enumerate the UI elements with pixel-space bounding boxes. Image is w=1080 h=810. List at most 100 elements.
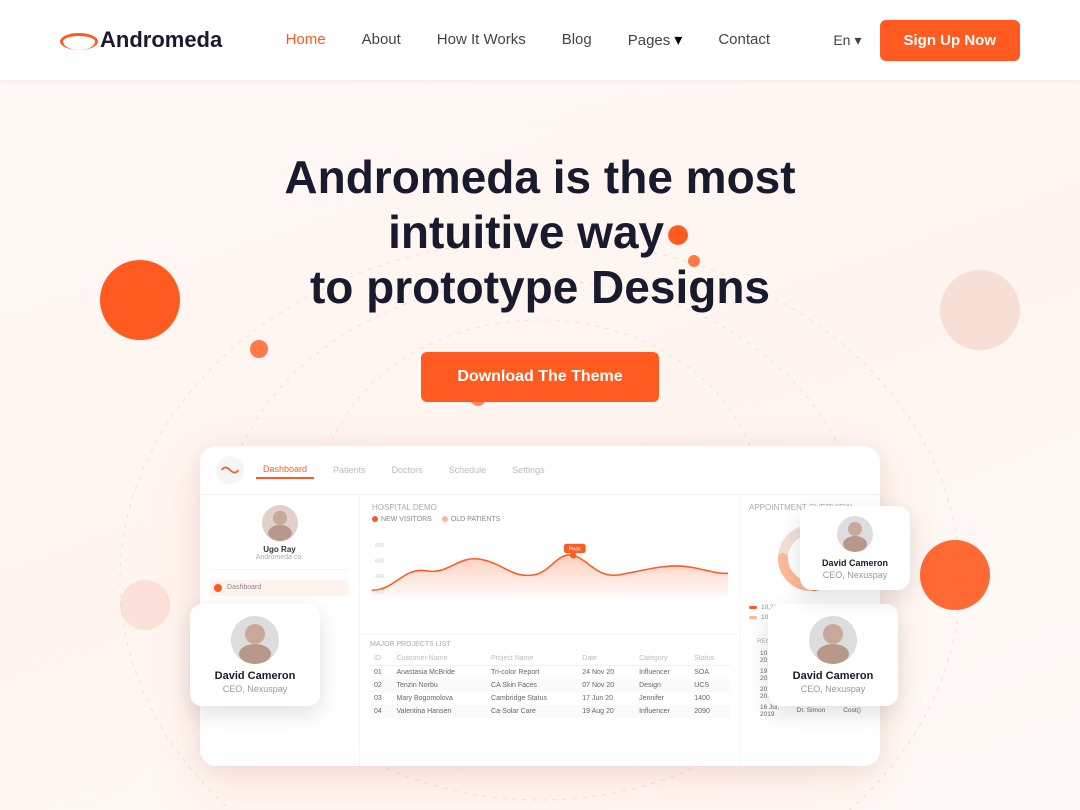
db-profile-top: Ugo Ray Andromeda co. <box>210 505 349 570</box>
deco-circle-1 <box>100 260 180 340</box>
col-date: Date <box>578 652 635 666</box>
hero-dot: ● <box>664 206 692 258</box>
db-table-area: MAJOR PROJECTS LIST ID Customer Name Pro… <box>360 635 740 724</box>
chart-tooltip-dot <box>570 552 576 558</box>
cell-project: Cambridge Status <box>487 692 578 705</box>
table-row: 03 Mary Bogomolova Cambridge Status 17 J… <box>370 692 730 705</box>
db-sidebar-item-1[interactable]: Dashboard <box>210 580 349 596</box>
cell-category: Influencer <box>635 705 690 718</box>
nav-pages[interactable]: Pages ▾ <box>628 30 683 50</box>
db-nav-dashboard[interactable]: Dashboard <box>256 461 314 479</box>
db-nav-patients[interactable]: Patients <box>326 462 373 478</box>
db-chart-area: HOSPITAL DEMO NEW VISITORS OLD PATIENTS <box>360 495 740 635</box>
deco-circle-5 <box>920 540 990 610</box>
profile-card-left: David Cameron CEO, Nexuspay <box>190 604 320 706</box>
avatar-right <box>809 616 857 664</box>
lang-label: En <box>833 32 850 48</box>
svg-text:400: 400 <box>375 573 384 579</box>
legend-label-1: NEW VISITORS <box>381 516 432 523</box>
nav-about[interactable]: About <box>362 31 401 48</box>
profile-name-top-right: David Cameron <box>814 558 896 568</box>
profile-title-right: CEO, Nexuspay <box>784 684 882 694</box>
legend-label-2: OLD PATIENTS <box>451 516 501 523</box>
navbar: Andromeda Home About How It Works Blog P… <box>0 0 1080 80</box>
sidebar-dot-1 <box>214 584 222 592</box>
cell-project: CA Skin Faces <box>487 679 578 692</box>
profile-card-top-right: David Cameron CEO, Nexuspay <box>800 506 910 590</box>
nav-contact[interactable]: Contact <box>718 31 770 48</box>
col-id: ID <box>370 652 393 666</box>
cell-name: Mary Bogomolova <box>393 692 488 705</box>
db-nav-settings[interactable]: Settings <box>505 462 552 478</box>
cell-date: 07 Nov 20 <box>578 679 635 692</box>
col-status: Status <box>690 652 730 666</box>
language-button[interactable]: En ▾ <box>833 32 861 49</box>
logo-text: Andromeda <box>100 27 222 53</box>
cell-id: 01 <box>370 665 393 679</box>
nav-blog[interactable]: Blog <box>562 31 592 48</box>
hero-title-line1: Andromeda is the most intuitive way <box>284 151 795 258</box>
db-profile-name: Ugo Ray <box>210 545 349 554</box>
deco-circle-2 <box>250 340 268 358</box>
profile-name-right: David Cameron <box>784 670 882 682</box>
cell-date: 24 Nov 20 <box>578 665 635 679</box>
deco-circle-6 <box>940 270 1020 350</box>
hero-section: Andromeda is the most intuitive way● to … <box>0 80 1080 810</box>
cell-project: Tri-color Report <box>487 665 578 679</box>
cell-id: 02 <box>370 679 393 692</box>
db-profile-sub: Andromeda co. <box>210 554 349 561</box>
logo-icon <box>60 30 92 50</box>
db-topbar: Dashboard Patients Doctors Schedule Sett… <box>200 446 880 495</box>
chevron-down-icon: ▾ <box>854 32 861 49</box>
dashboard-mockup: David Cameron CEO, Nexuspay David Camero… <box>180 446 900 786</box>
table-row: 01 Anastasia McBride Tri-color Report 24… <box>370 665 730 679</box>
table-title: MAJOR PROJECTS LIST <box>370 641 730 648</box>
profile-title-left: CEO, Nexuspay <box>206 684 304 694</box>
cell-id: 04 <box>370 705 393 718</box>
cell-id: 03 <box>370 692 393 705</box>
profile-name-left: David Cameron <box>206 670 304 682</box>
chevron-down-icon: ▾ <box>674 30 682 50</box>
avatar-top-right <box>837 516 873 552</box>
table-row: 02 Tenzin Norbu CA Skin Faces 07 Nov 20 … <box>370 679 730 692</box>
nav-home[interactable]: Home <box>286 31 326 48</box>
hero-title-line2: to prototype Designs <box>310 261 770 313</box>
nav-pages-label[interactable]: Pages <box>628 32 671 49</box>
db-nav-doctors[interactable]: Doctors <box>385 462 430 478</box>
db-avatar <box>262 505 298 541</box>
cell-status: SOA <box>690 665 730 679</box>
wave-chart: Peak 800 600 400 200 <box>372 527 728 607</box>
legend-old-patients: OLD PATIENTS <box>442 516 501 523</box>
nav-links: Home About How It Works Blog Pages ▾ Con… <box>286 30 770 50</box>
chart-legend: NEW VISITORS OLD PATIENTS <box>372 516 728 523</box>
cell-category: Jennifer <box>635 692 690 705</box>
logo[interactable]: Andromeda <box>60 27 222 53</box>
legend-new-visitors: NEW VISITORS <box>372 516 432 523</box>
cell-date: 17 Jun 20 <box>578 692 635 705</box>
cell-name: Valentina Hansen <box>393 705 488 718</box>
db-logo <box>216 456 244 484</box>
legend-dot-1 <box>372 516 378 522</box>
svg-text:200: 200 <box>375 589 384 595</box>
profile-title-top-right: CEO, Nexuspay <box>814 570 896 580</box>
avatar-left <box>231 616 279 664</box>
cell-status: 2090 <box>690 705 730 718</box>
col-category: Category <box>635 652 690 666</box>
nav-how-it-works[interactable]: How It Works <box>437 31 526 48</box>
signup-button[interactable]: Sign Up Now <box>880 20 1021 61</box>
svg-text:800: 800 <box>375 542 384 548</box>
cell-project: Ca-Solar Care <box>487 705 578 718</box>
hero-title: Andromeda is the most intuitive way● to … <box>190 150 890 316</box>
projects-table: ID Customer Name Project Name Date Categ… <box>370 652 730 718</box>
sidebar-label-1: Dashboard <box>227 584 261 591</box>
nav-right: En ▾ Sign Up Now <box>833 20 1020 61</box>
chart-title: HOSPITAL DEMO <box>372 503 728 512</box>
cell-name: Anastasia McBride <box>393 665 488 679</box>
download-button[interactable]: Download The Theme <box>421 352 658 402</box>
table-row: 04 Valentina Hansen Ca-Solar Care 19 Aug… <box>370 705 730 718</box>
donut-legend-bar-1 <box>749 606 757 609</box>
cell-category: Influencer <box>635 665 690 679</box>
db-nav-schedule[interactable]: Schedule <box>442 462 494 478</box>
cell-date: 19 Aug 20 <box>578 705 635 718</box>
svg-text:Peak: Peak <box>569 546 582 552</box>
